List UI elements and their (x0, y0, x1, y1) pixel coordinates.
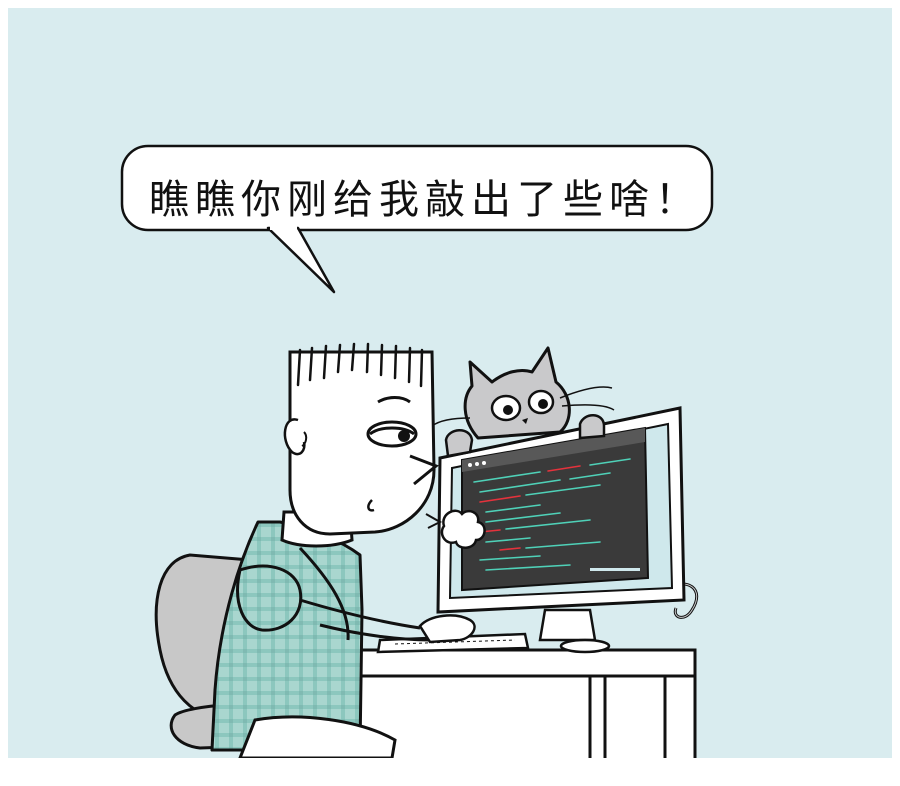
huff-puff (425, 509, 486, 549)
monitor-stand (538, 608, 611, 654)
comic-illustration (120, 144, 714, 758)
monitor (436, 406, 686, 614)
desk (353, 648, 697, 758)
comic-panel: 瞧瞧你刚给我敲出了些啥！ (8, 8, 892, 758)
speech-text: 瞧瞧你刚给我敲出了些啥！ (149, 177, 701, 223)
man-head (283, 342, 439, 536)
